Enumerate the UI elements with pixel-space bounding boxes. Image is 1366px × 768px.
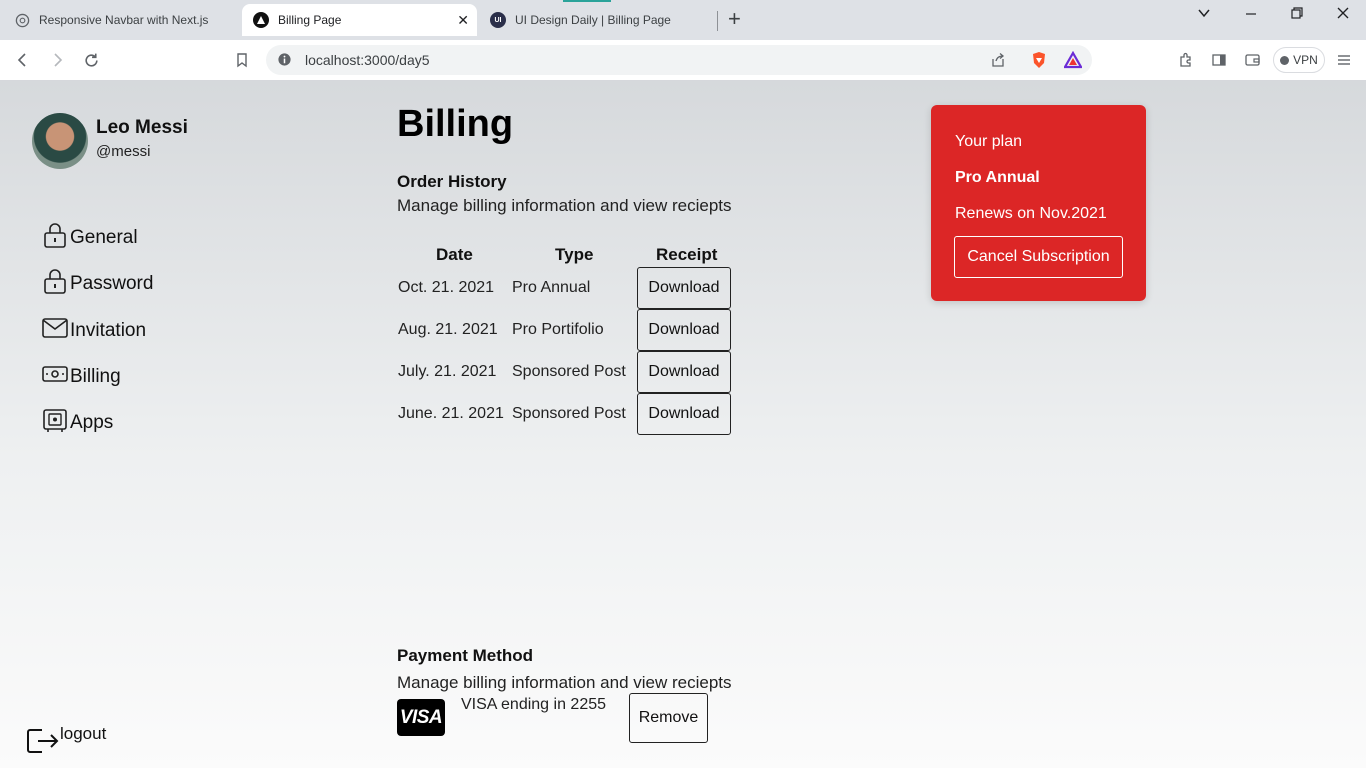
payment-method-description: Manage billing information and view reci… (397, 673, 732, 692)
plan-card: Your plan Pro Annual Renews on Nov.2021 … (931, 105, 1146, 301)
lock-icon (42, 267, 70, 301)
site-info-icon[interactable] (277, 52, 292, 72)
vpn-button[interactable]: VPN (1273, 47, 1325, 73)
close-tab-icon[interactable]: ✕ (457, 12, 469, 29)
sidebar-item-label: Password (70, 273, 154, 294)
download-receipt-button[interactable]: Download (637, 267, 731, 309)
card-description: VISA ending in 2255 (461, 696, 607, 713)
page-title: Billing (397, 103, 514, 145)
download-receipt-button[interactable]: Download (637, 309, 731, 351)
user-handle: @messi (96, 143, 151, 160)
new-tab-icon[interactable]: + (728, 8, 741, 30)
column-header-receipt: Receipt (656, 245, 718, 264)
avatar (32, 113, 88, 169)
user-name: Leo Messi (96, 117, 188, 138)
extensions-icon[interactable] (1174, 48, 1198, 72)
column-header-date: Date (436, 245, 473, 264)
browser-toolbar: localhost:3000/day5 VPN (0, 40, 1366, 81)
nextjs-icon (253, 12, 269, 28)
envelope-icon (42, 316, 70, 346)
logout-button[interactable]: logout (26, 724, 106, 761)
sidebar-item-password[interactable]: Password (42, 269, 153, 299)
sidebar-item-apps[interactable]: Apps (42, 408, 113, 438)
lock-icon (42, 221, 70, 255)
menu-icon[interactable] (1332, 48, 1356, 72)
url-text: localhost:3000/day5 (305, 52, 430, 68)
brave-rewards-icon[interactable] (1063, 50, 1083, 74)
download-receipt-button[interactable]: Download (637, 351, 731, 393)
plan-renewal: Renews on Nov.2021 (955, 205, 1107, 222)
column-header-type: Type (555, 245, 594, 264)
sidebar-item-label: Billing (70, 366, 121, 387)
sidebar-toggle-icon[interactable] (1207, 48, 1231, 72)
plan-label: Your plan (955, 133, 1023, 150)
sidebar-item-general[interactable]: General (42, 223, 138, 253)
tab-search-chevron-icon[interactable] (1197, 6, 1211, 24)
tab-title: Responsive Navbar with Next.js (39, 13, 209, 27)
visa-card-icon: VISA (397, 699, 445, 736)
tab-loading-indicator (563, 0, 611, 2)
back-icon[interactable] (11, 48, 35, 72)
sidebar-item-invitation[interactable]: Invitation (42, 316, 146, 346)
tab-billing-page[interactable]: Billing Page ✕ (242, 4, 477, 36)
remove-card-button[interactable]: Remove (629, 693, 708, 743)
money-icon (42, 363, 70, 391)
address-bar[interactable]: localhost:3000/day5 (266, 45, 1092, 75)
close-window-icon[interactable] (1336, 6, 1350, 24)
bookmark-icon[interactable] (230, 48, 254, 72)
tab-responsive-navbar[interactable]: Responsive Navbar with Next.js (10, 4, 238, 36)
logout-label: logout (60, 724, 107, 743)
order-type: Sponsored Post (512, 363, 626, 380)
order-type: Sponsored Post (512, 405, 626, 422)
order-history-description: Manage billing information and view reci… (397, 196, 732, 215)
tab-title: UI Design Daily | Billing Page (515, 13, 671, 27)
browser-tab-strip: Responsive Navbar with Next.js Billing P… (0, 0, 1366, 40)
plan-name: Pro Annual (955, 169, 1040, 186)
payment-method-heading: Payment Method (397, 646, 534, 665)
share-icon[interactable] (990, 52, 1006, 73)
tab-divider (717, 11, 718, 31)
restore-icon[interactable] (1290, 6, 1304, 24)
sidebar-item-billing[interactable]: Billing (42, 362, 121, 392)
reload-icon[interactable] (79, 48, 103, 72)
order-type: Pro Annual (512, 279, 591, 296)
cancel-subscription-button[interactable]: Cancel Subscription (954, 236, 1123, 278)
logout-icon (26, 724, 60, 761)
tab-title: Billing Page (278, 13, 342, 27)
minimize-icon[interactable] (1244, 6, 1258, 24)
vpn-status-icon (1280, 55, 1290, 65)
order-date: June. 21. 2021 (398, 405, 504, 422)
brave-shield-icon[interactable] (1030, 51, 1048, 74)
apps-icon (42, 407, 70, 439)
sidebar-item-label: Apps (70, 412, 114, 433)
order-type: Pro Portifolio (512, 321, 604, 338)
order-history-heading: Order History (397, 172, 507, 191)
sidebar-item-label: Invitation (70, 320, 147, 341)
download-receipt-button[interactable]: Download (637, 393, 731, 435)
order-date: July. 21. 2021 (398, 363, 497, 380)
wallet-icon[interactable] (1240, 48, 1264, 72)
order-date: Oct. 21. 2021 (398, 279, 495, 296)
chatgpt-icon (14, 12, 30, 28)
order-date: Aug. 21. 2021 (398, 321, 498, 338)
vpn-label: VPN (1293, 53, 1318, 67)
billing-page: Leo Messi @messi General Password Invita… (0, 81, 1366, 768)
ui-design-daily-icon: UI (490, 12, 506, 28)
sidebar-item-label: General (70, 227, 138, 248)
forward-icon[interactable] (45, 48, 69, 72)
tab-ui-design-daily[interactable]: UI UI Design Daily | Billing Page (486, 4, 716, 36)
